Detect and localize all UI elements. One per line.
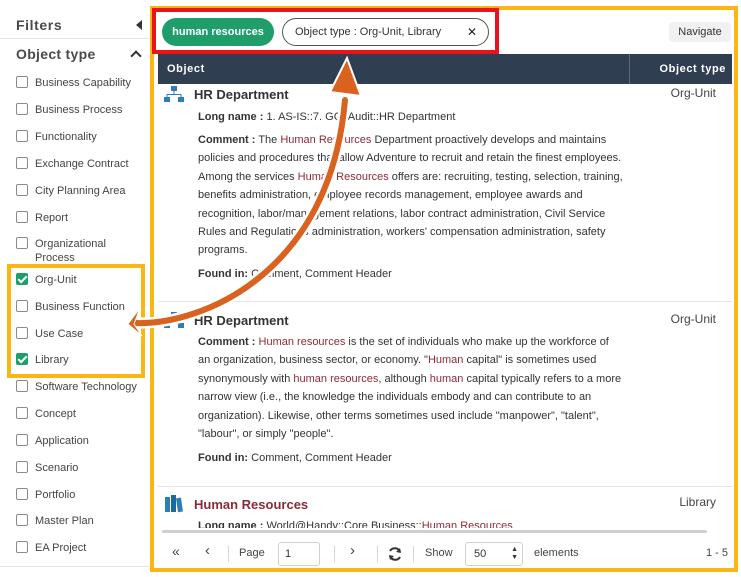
chevron-up-icon[interactable] [130,50,142,62]
filter-label: Portfolio [35,489,76,501]
filter-label: City Planning Area [35,185,126,197]
checkbox[interactable] [16,211,28,223]
filter-label: Business Capability [35,77,131,89]
checkbox[interactable] [16,76,28,88]
filter-label: Exchange Contract [35,158,129,170]
checkbox[interactable] [16,157,28,169]
sidebar-bottom-divider [0,566,150,567]
filter-label: Concept [35,408,76,420]
filter-scenario[interactable]: Scenario [16,461,146,475]
checkbox[interactable] [16,488,28,500]
filter-portfolio[interactable]: Portfolio [16,488,146,502]
checkbox[interactable] [16,130,28,142]
checkbox[interactable] [16,461,28,473]
checkbox[interactable] [16,541,28,553]
checkbox[interactable] [16,184,28,196]
highlight-box-selected-filters [7,264,145,378]
checkbox[interactable] [16,434,28,446]
sidebar-divider [0,38,150,39]
checkbox[interactable] [16,380,28,392]
filter-ea-project[interactable]: EA Project [16,541,146,555]
highlight-box-active-filters [152,8,499,54]
filter-label: Scenario [35,462,79,474]
filter-application[interactable]: Application [16,434,146,448]
filter-city-planning-area[interactable]: City Planning Area [16,184,146,198]
filter-label: Business Process [35,104,123,116]
highlight-box-results [150,6,738,572]
filter-master-plan[interactable]: Master Plan [16,514,146,528]
filter-label: Report [35,212,69,224]
filter-functionality[interactable]: Functionality [16,130,146,144]
checkbox[interactable] [16,514,28,526]
filter-label: Software Technology [35,381,137,393]
filter-concept[interactable]: Concept [16,407,146,421]
filter-label: Functionality [35,131,97,143]
filter-report[interactable]: Report [16,211,146,225]
filter-business-process[interactable]: Business Process [16,103,146,117]
checkbox[interactable] [16,103,28,115]
filter-organizational-process[interactable]: Organizational Process [16,237,146,265]
checkbox[interactable] [16,237,28,249]
filter-label: EA Project [35,542,87,554]
filters-header: Filters [16,15,144,35]
filter-software-technology[interactable]: Software Technology [16,380,146,394]
filters-title: Filters [16,17,63,33]
object-type-section-header[interactable]: Object type [16,44,144,64]
checkbox[interactable] [16,407,28,419]
collapse-left-icon[interactable] [136,20,142,30]
filter-exchange-contract[interactable]: Exchange Contract [16,157,146,171]
filter-label: Master Plan [35,515,94,527]
filter-business-capability[interactable]: Business Capability [16,76,146,90]
filter-label: Application [35,435,89,447]
object-type-section-title: Object type [16,46,96,62]
filter-label: Organizational Process [35,238,106,264]
